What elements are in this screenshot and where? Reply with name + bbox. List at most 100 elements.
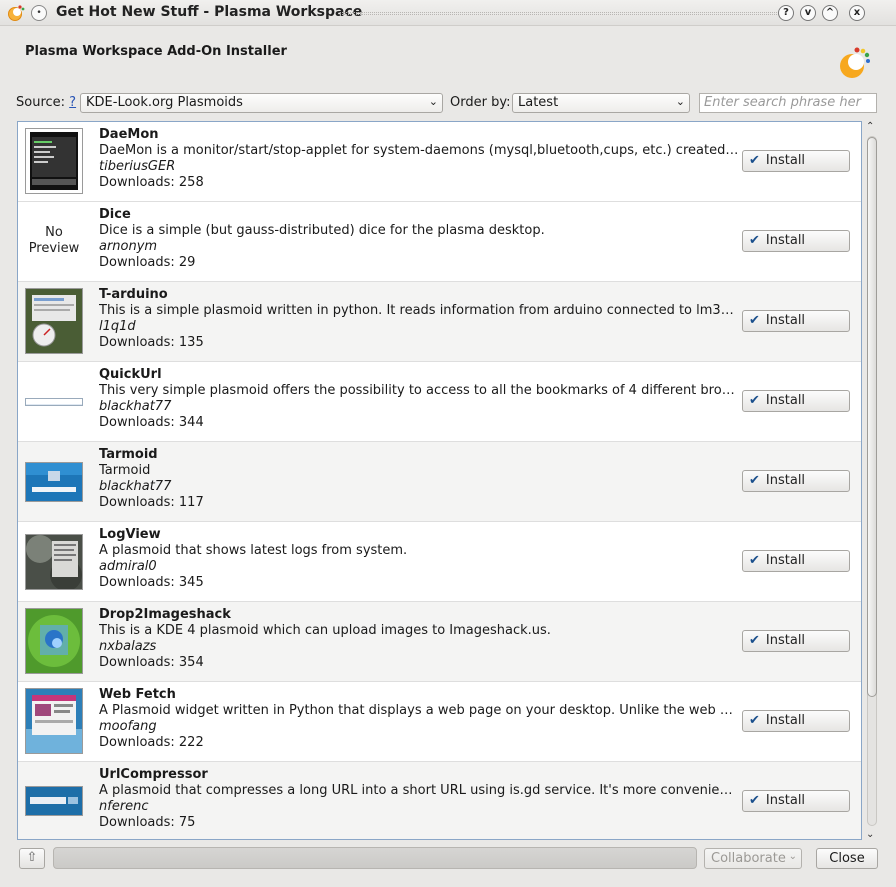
chevron-down-icon: ⌄ — [788, 851, 797, 862]
order-dropdown[interactable]: Latest ⌄ — [512, 93, 690, 113]
vertical-scrollbar[interactable]: ⌃ ⌄ — [864, 121, 880, 840]
item-name: Tarmoid — [99, 447, 158, 462]
item-name: QuickUrl — [99, 367, 162, 382]
close-window-button[interactable]: x — [849, 5, 865, 21]
install-button[interactable]: ✔ Install — [742, 550, 850, 572]
addon-list[interactable]: DaeMon DaeMon is a monitor/start/stop-ap… — [17, 121, 862, 840]
search-input[interactable]: Enter search phrase her — [699, 93, 877, 113]
order-label: Order by: — [450, 95, 511, 110]
source-value: KDE-Look.org Plasmoids — [86, 95, 243, 110]
minimize-button[interactable]: v — [800, 5, 816, 21]
item-downloads: Downloads: 258 — [99, 175, 204, 190]
install-label: Install — [765, 473, 806, 488]
preview-thumbnail[interactable] — [25, 128, 83, 194]
preview-thumbnail[interactable] — [25, 398, 83, 406]
no-preview-placeholder: No Preview — [25, 208, 83, 274]
item-name: LogView — [99, 527, 161, 542]
preview-thumbnail[interactable] — [25, 534, 83, 590]
list-item[interactable]: Web Fetch A Plasmoid widget written in P… — [18, 682, 861, 762]
item-description: A plasmoid that shows latest logs from s… — [99, 543, 408, 558]
checkmark-icon: ✔ — [749, 713, 760, 728]
list-item[interactable]: T-arduino This is a simple plasmoid writ… — [18, 282, 861, 362]
item-description: DaeMon is a monitor/start/stop-applet fo… — [99, 143, 739, 158]
list-item[interactable]: LogView A plasmoid that shows latest log… — [18, 522, 861, 602]
list-item[interactable]: Tarmoid Tarmoid blackhat77 Downloads: 11… — [18, 442, 861, 522]
source-label-text: Source: — [16, 95, 66, 110]
no-preview-text: No — [45, 225, 63, 240]
item-description: This is a simple plasmoid written in pyt… — [99, 303, 739, 318]
drop2imageshack-preview-image — [26, 609, 82, 673]
install-button[interactable]: ✔ Install — [742, 310, 850, 332]
t-arduino-preview-image — [26, 289, 82, 353]
source-help-link[interactable]: ? — [69, 95, 76, 110]
list-item[interactable]: QuickUrl This very simple plasmoid offer… — [18, 362, 861, 442]
item-description: This very simple plasmoid offers the pos… — [99, 383, 739, 398]
knewstuff-logo-icon — [840, 47, 870, 78]
window-menu-button[interactable]: • — [31, 5, 47, 21]
install-button[interactable]: ✔ Install — [742, 470, 850, 492]
window-title: Get Hot New Stuff - Plasma Workspace — [56, 4, 363, 20]
item-downloads: Downloads: 345 — [99, 575, 204, 590]
install-label: Install — [765, 153, 806, 168]
chevron-down-icon: ⌄ — [428, 95, 438, 108]
checkmark-icon: ✔ — [749, 473, 760, 488]
item-name: UrlCompressor — [99, 767, 208, 782]
list-item[interactable]: Drop2Imageshack This is a KDE 4 plasmoid… — [18, 602, 861, 682]
install-label: Install — [765, 553, 806, 568]
item-downloads: Downloads: 75 — [99, 815, 196, 830]
list-item[interactable]: DaeMon DaeMon is a monitor/start/stop-ap… — [18, 122, 861, 202]
preview-thumbnail[interactable] — [25, 608, 83, 674]
preview-thumbnail[interactable] — [25, 688, 83, 754]
item-author: blackhat77 — [99, 399, 172, 414]
item-author: admiral0 — [99, 559, 157, 574]
item-downloads: Downloads: 29 — [99, 255, 196, 270]
order-value: Latest — [518, 95, 559, 110]
install-button[interactable]: ✔ Install — [742, 230, 850, 252]
item-description: Tarmoid — [99, 463, 151, 478]
help-button[interactable]: ? — [778, 5, 794, 21]
close-button[interactable]: Close — [816, 848, 878, 869]
item-author: moofang — [99, 719, 157, 734]
install-button[interactable]: ✔ Install — [742, 790, 850, 812]
item-name: Drop2Imageshack — [99, 607, 231, 622]
preview-thumbnail[interactable] — [25, 786, 83, 816]
item-name: Dice — [99, 207, 131, 222]
scroll-handle[interactable] — [867, 137, 877, 697]
item-author: l1q1d — [99, 319, 136, 334]
install-button[interactable]: ✔ Install — [742, 390, 850, 412]
install-button[interactable]: ✔ Install — [742, 630, 850, 652]
web-fetch-preview-image — [26, 689, 82, 753]
checkmark-icon: ✔ — [749, 153, 760, 168]
list-item[interactable]: UrlCompressor A plasmoid that compresses… — [18, 762, 861, 839]
item-author: blackhat77 — [99, 479, 172, 494]
maximize-button[interactable]: ^ — [822, 5, 838, 21]
install-label: Install — [765, 233, 806, 248]
logview-preview-image — [26, 535, 82, 589]
scroll-up-arrow-icon[interactable]: ⌃ — [866, 121, 874, 132]
scroll-down-arrow-icon[interactable]: ⌄ — [866, 829, 874, 840]
collaborate-button[interactable]: Collaborate ⌄ — [704, 848, 802, 869]
progress-bar — [53, 847, 697, 869]
install-label: Install — [765, 713, 806, 728]
checkmark-icon: ✔ — [749, 393, 760, 408]
item-description: Dice is a simple (but gauss-distributed)… — [99, 223, 545, 238]
item-description: This is a KDE 4 plasmoid which can uploa… — [99, 623, 551, 638]
item-author: nxbalazs — [99, 639, 157, 654]
app-icon[interactable] — [7, 4, 25, 22]
preview-thumbnail[interactable] — [25, 462, 83, 502]
urlcompressor-preview-image — [26, 787, 82, 815]
list-item[interactable]: No Preview Dice Dice is a simple (but ga… — [18, 202, 861, 282]
install-label: Install — [765, 393, 806, 408]
install-button[interactable]: ✔ Install — [742, 710, 850, 732]
collaborate-label: Collaborate — [711, 851, 786, 866]
preview-thumbnail[interactable] — [25, 288, 83, 354]
upload-button[interactable]: ⇧ — [19, 848, 45, 869]
title-bar[interactable]: • Get Hot New Stuff - Plasma Workspace ?… — [0, 0, 896, 26]
checkmark-icon: ✔ — [749, 633, 760, 648]
item-downloads: Downloads: 117 — [99, 495, 204, 510]
item-downloads: Downloads: 354 — [99, 655, 204, 670]
install-button[interactable]: ✔ Install — [742, 150, 850, 172]
source-dropdown[interactable]: KDE-Look.org Plasmoids ⌄ — [80, 93, 443, 113]
item-downloads: Downloads: 222 — [99, 735, 204, 750]
item-description: A Plasmoid widget written in Python that… — [99, 703, 739, 718]
